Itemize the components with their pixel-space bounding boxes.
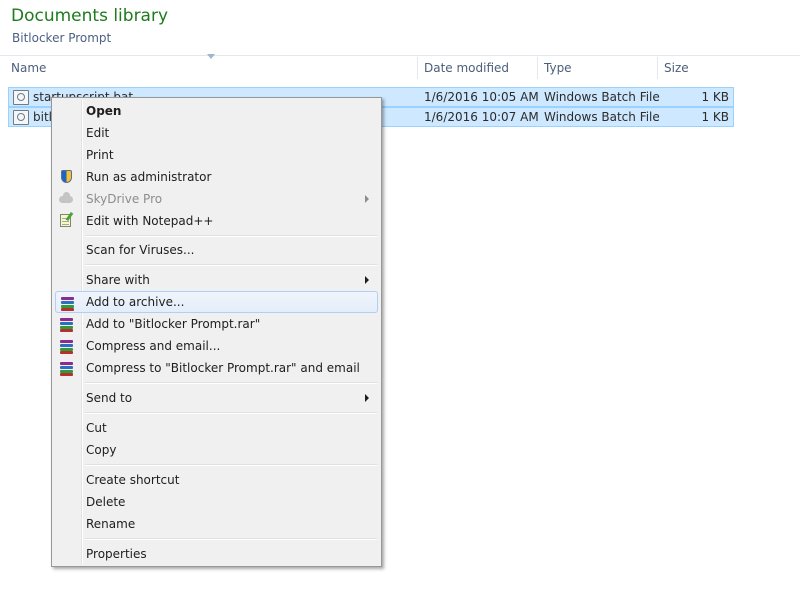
batch-file-icon — [13, 90, 29, 105]
menu-item-open[interactable]: Open — [55, 100, 378, 122]
menu-item-edit[interactable]: Edit — [55, 122, 378, 144]
menu-item-label: Cut — [86, 421, 107, 435]
file-size: 1 KB — [701, 90, 729, 104]
submenu-arrow-icon — [365, 276, 369, 284]
menu-item-label: Properties — [86, 547, 147, 561]
menu-item-add-to-archive[interactable]: Add to archive... — [55, 291, 378, 313]
menu-item-label: Send to — [86, 391, 133, 405]
column-header-date-modified[interactable]: Date modified — [417, 57, 537, 79]
menu-item-label: Compress and email... — [86, 339, 221, 353]
menu-separator — [85, 538, 377, 540]
menu-item-rename[interactable]: Rename — [55, 513, 378, 535]
menu-item-label: Compress to "Bitlocker Prompt.rar" and e… — [86, 361, 360, 375]
menu-item-label: Scan for Viruses... — [86, 243, 195, 257]
library-subtitle[interactable]: Bitlocker Prompt — [12, 31, 111, 45]
menu-item-label: Print — [86, 148, 114, 162]
file-date-modified: 1/6/2016 10:07 AM — [424, 110, 539, 124]
menu-item-label: Add to archive... — [86, 295, 185, 309]
menu-item-label: Add to "Bitlocker Prompt.rar" — [86, 317, 261, 331]
menu-item-label: Open — [86, 104, 122, 118]
menu-item-copy[interactable]: Copy — [55, 439, 378, 461]
header-divider — [0, 55, 800, 56]
winrar-icon — [59, 295, 75, 311]
menu-item-label: SkyDrive Pro — [86, 192, 163, 206]
menu-separator — [85, 235, 377, 237]
menu-item-run-as-administrator[interactable]: Run as administrator — [55, 166, 378, 188]
menu-separator — [85, 264, 377, 266]
context-menu: Open Edit Print Run as administrator Sky… — [51, 97, 382, 567]
uac-shield-icon — [58, 169, 74, 185]
notepad-plus-plus-icon — [58, 213, 74, 229]
menu-item-add-to-rar[interactable]: Add to "Bitlocker Prompt.rar" — [55, 313, 378, 335]
library-title: Documents library — [11, 6, 169, 26]
menu-item-label: Share with — [86, 273, 150, 287]
menu-item-label: Copy — [86, 443, 117, 457]
winrar-icon — [58, 338, 74, 354]
menu-item-share-with[interactable]: Share with — [55, 269, 378, 291]
file-size: 1 KB — [701, 110, 729, 124]
menu-item-print[interactable]: Print — [55, 144, 378, 166]
cloud-icon — [58, 191, 74, 207]
winrar-icon — [58, 316, 74, 332]
batch-file-icon — [13, 110, 29, 125]
menu-item-skydrive-pro[interactable]: SkyDrive Pro — [55, 188, 378, 210]
submenu-arrow-icon — [365, 195, 369, 203]
menu-item-edit-with-notepad[interactable]: Edit with Notepad++ — [55, 210, 378, 232]
submenu-arrow-icon — [365, 394, 369, 402]
menu-separator — [85, 412, 377, 414]
menu-separator — [85, 382, 377, 384]
menu-item-label: Delete — [86, 495, 126, 509]
menu-item-label: Rename — [86, 517, 136, 531]
menu-item-label: Edit — [86, 126, 110, 140]
file-date-modified: 1/6/2016 10:05 AM — [424, 90, 539, 104]
menu-item-label: Create shortcut — [86, 473, 180, 487]
menu-item-compress-to-rar-and-email[interactable]: Compress to "Bitlocker Prompt.rar" and e… — [55, 357, 378, 379]
menu-item-compress-and-email[interactable]: Compress and email... — [55, 335, 378, 357]
menu-item-delete[interactable]: Delete — [55, 491, 378, 513]
menu-item-send-to[interactable]: Send to — [55, 387, 378, 409]
column-header-type[interactable]: Type — [537, 57, 657, 79]
menu-item-cut[interactable]: Cut — [55, 417, 378, 439]
file-name: bitl — [33, 110, 52, 124]
file-type: Windows Batch File — [544, 90, 660, 104]
menu-item-create-shortcut[interactable]: Create shortcut — [55, 469, 378, 491]
menu-item-properties[interactable]: Properties — [55, 543, 378, 565]
menu-item-scan-for-viruses[interactable]: Scan for Viruses... — [55, 239, 378, 261]
menu-item-label: Edit with Notepad++ — [86, 214, 214, 228]
winrar-icon — [58, 360, 74, 376]
menu-separator — [85, 464, 377, 466]
column-header-name[interactable]: Name — [5, 57, 417, 79]
file-type: Windows Batch File — [544, 110, 660, 124]
column-header-size[interactable]: Size — [657, 57, 737, 79]
menu-item-label: Run as administrator — [86, 170, 212, 184]
